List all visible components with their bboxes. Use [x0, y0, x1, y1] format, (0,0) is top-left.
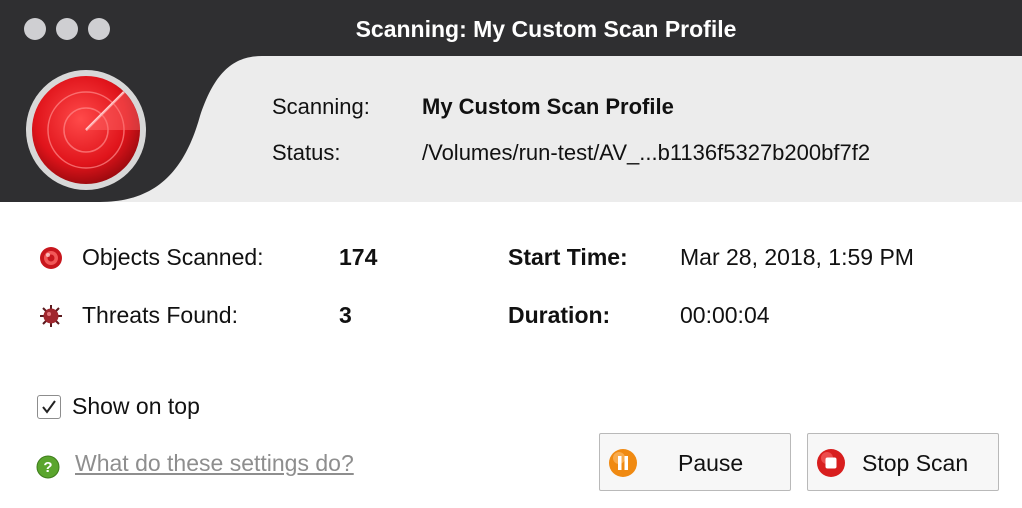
checkmark-icon — [42, 400, 56, 414]
show-on-top-checkbox[interactable] — [37, 395, 61, 419]
objects-scanned-label: Objects Scanned: — [82, 244, 264, 270]
threats-found-value: 3 — [339, 302, 352, 328]
show-on-top-label[interactable]: Show on top — [72, 393, 200, 420]
virus-icon — [40, 305, 62, 327]
stop-scan-button[interactable]: Stop Scan — [807, 433, 999, 491]
scanning-label: Scanning: — [272, 94, 370, 119]
title-bar: Scanning: My Custom Scan Profile — [0, 0, 1022, 56]
scan-header: Scanning: My Custom Scan Profile Status:… — [0, 56, 1022, 202]
svg-text:?: ? — [43, 459, 52, 476]
pause-button-label: Pause — [678, 450, 744, 476]
start-time-value: Mar 28, 2018, 1:59 PM — [680, 244, 914, 270]
pause-icon — [609, 449, 637, 477]
scanning-value: My Custom Scan Profile — [422, 94, 674, 119]
stop-icon — [817, 449, 845, 477]
duration-label: Duration: — [508, 302, 611, 328]
window-title: Scanning: My Custom Scan Profile — [355, 16, 737, 42]
duration-value: 00:00:04 — [680, 302, 770, 328]
pause-button[interactable]: Pause — [599, 433, 791, 491]
header-dark-curve — [0, 56, 262, 202]
status-value: /Volumes/run-test/AV_...b1136f5327b200bf… — [422, 140, 871, 165]
threats-found-label: Threats Found: — [82, 302, 238, 328]
start-time-label: Start Time: — [508, 244, 628, 270]
stop-scan-button-label: Stop Scan — [862, 450, 969, 476]
target-icon — [40, 247, 62, 269]
help-icon[interactable]: ? — [36, 455, 60, 479]
radar-icon — [26, 70, 146, 190]
help-link[interactable]: What do these settings do? — [75, 450, 354, 477]
objects-scanned-value: 174 — [339, 244, 378, 270]
status-label: Status: — [272, 140, 341, 165]
